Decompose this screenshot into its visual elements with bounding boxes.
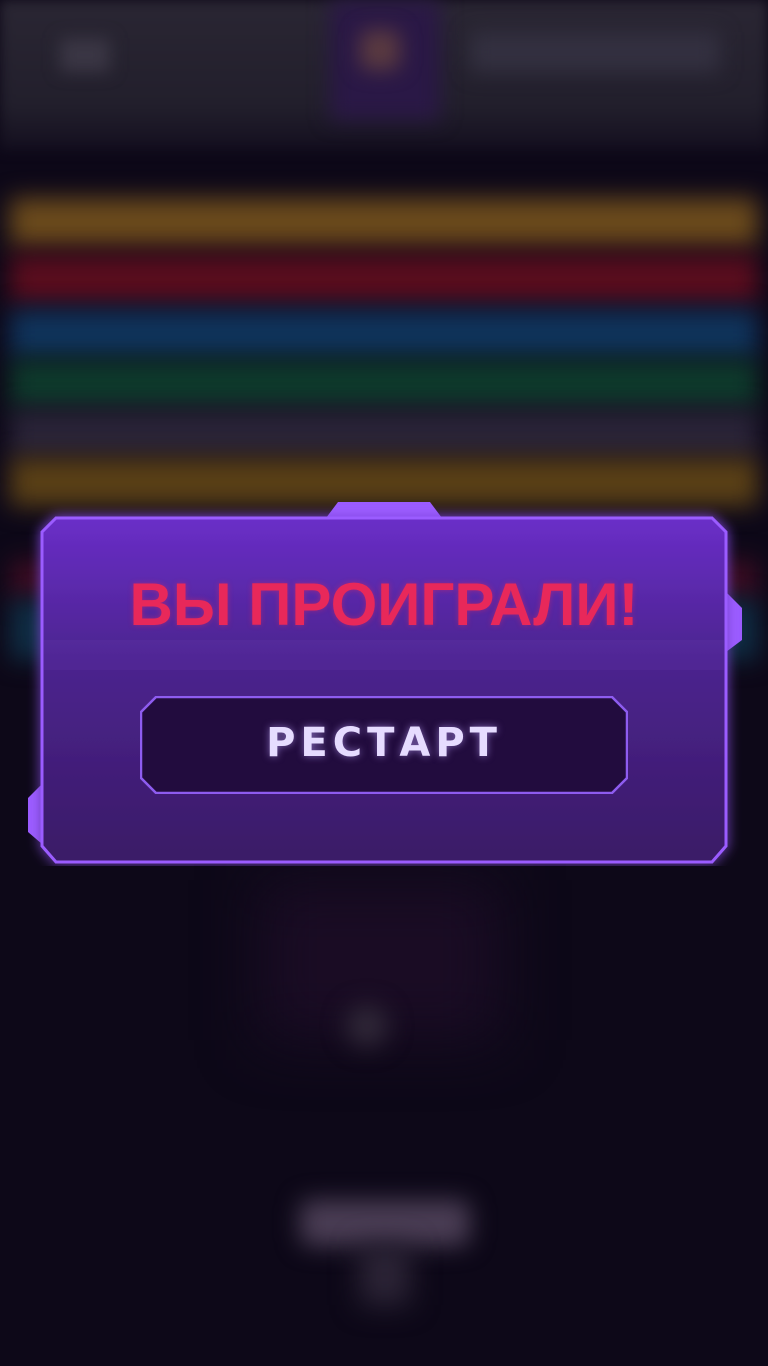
brick-row: [10, 458, 758, 506]
hud-center-icon: [360, 30, 400, 70]
brick-row: [10, 410, 758, 458]
brick-row: [10, 310, 758, 358]
brick-row: [10, 198, 758, 246]
paddle: [300, 1200, 470, 1246]
game-over-dialog: ВЫ ПРОИГРАЛИ! РЕСТАРТ: [26, 500, 742, 866]
ball: [346, 1005, 388, 1047]
restart-button[interactable]: РЕСТАРТ: [140, 696, 628, 794]
dialog-frame: [28, 502, 742, 864]
game-over-title: ВЫ ПРОИГРАЛИ!: [26, 570, 742, 639]
brick-row: [10, 360, 758, 408]
restart-button-label: РЕСТАРТ: [266, 720, 502, 766]
brick-row: [10, 255, 758, 303]
hud-left-element: [60, 38, 110, 72]
paddle-glow: [360, 1245, 410, 1305]
hud-right-element: [470, 32, 720, 72]
